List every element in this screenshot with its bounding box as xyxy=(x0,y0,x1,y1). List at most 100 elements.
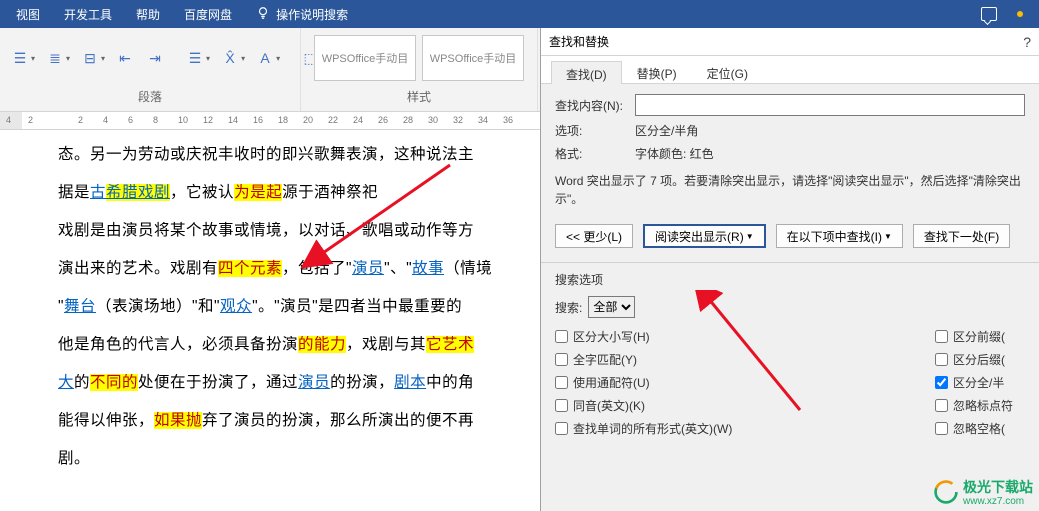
ruler-tick: 14 xyxy=(228,115,238,125)
numbering-button[interactable]: ≣▾ xyxy=(41,45,74,71)
ruler-tick: 2 xyxy=(28,115,33,125)
doc-link[interactable]: 希腊戏剧 xyxy=(106,184,170,201)
chk-sounds-like[interactable]: 同音(英文)(K) xyxy=(555,397,935,414)
dialog-help-icon[interactable]: ? xyxy=(1023,34,1031,50)
paragraph-group-label: 段落 xyxy=(0,88,300,108)
doc-text: ，它被认 xyxy=(170,184,234,201)
watermark-name: 极光下载站 xyxy=(963,479,1033,495)
ruler-tick: 32 xyxy=(453,115,463,125)
chk-width[interactable]: 区分全/半 xyxy=(935,374,1013,391)
ruler-tick: 30 xyxy=(428,115,438,125)
chk-match-case[interactable]: 区分大小写(H) xyxy=(555,328,935,345)
menubar: 视图 开发工具 帮助 百度网盘 操作说明搜索 xyxy=(0,0,1039,28)
watermark: 极光下载站 www.xz7.com xyxy=(933,477,1033,507)
indent-left-button[interactable]: ⇤ xyxy=(111,45,139,71)
format-value: 字体颜色: 红色 xyxy=(635,145,714,162)
ruler-tick: 20 xyxy=(303,115,313,125)
line-spacing-button[interactable]: A▾ xyxy=(251,45,284,71)
less-button[interactable]: << 更少(L) xyxy=(555,224,633,248)
doc-link[interactable]: 古 xyxy=(90,184,106,201)
doc-link[interactable]: 演员 xyxy=(352,260,384,277)
result-message: Word 突出显示了 7 项。若要清除突出显示，请选择"阅读突出显示"，然后选择… xyxy=(555,172,1025,208)
reading-highlight-button[interactable]: 阅读突出显示(R)▼ xyxy=(643,224,766,248)
ruler-tick: 4 xyxy=(103,115,108,125)
doc-link[interactable]: 观众 xyxy=(220,298,252,315)
doc-link[interactable]: 剧本 xyxy=(394,374,426,391)
search-direction-select[interactable]: 全部 xyxy=(588,296,635,318)
ruler-tick: 12 xyxy=(203,115,213,125)
doc-text: 能得以伸张， xyxy=(58,412,154,429)
doc-text: 弃了演员的扮演，那么所演出的便不再 xyxy=(202,412,474,429)
notification-dot-icon[interactable] xyxy=(1017,11,1023,17)
options-label: 选项: xyxy=(555,122,635,139)
style-box-1[interactable]: WPSOffice手动目 xyxy=(314,35,416,81)
multilevel-button[interactable]: ⊟▾ xyxy=(76,45,109,71)
chk-space[interactable]: 忽略空格( xyxy=(935,420,1013,437)
dialog-title-bar[interactable]: 查找和替换 ? xyxy=(541,28,1039,56)
menu-devtools[interactable]: 开发工具 xyxy=(64,6,112,23)
menu-help[interactable]: 帮助 xyxy=(136,6,160,23)
doc-text: （情境 xyxy=(444,260,492,277)
ruler-tick: 22 xyxy=(328,115,338,125)
sort-button[interactable]: X̂▾ xyxy=(216,45,249,71)
ruler-tick: 10 xyxy=(178,115,188,125)
indent-right-button[interactable]: ⇥ xyxy=(141,45,169,71)
comment-icon[interactable] xyxy=(981,7,997,21)
ruler-tick: 18 xyxy=(278,115,288,125)
doc-text: 他是角色的代言人，必须具备扮演 xyxy=(58,336,298,353)
doc-text: 态。另一为劳动或庆祝丰收时的即兴歌舞表演，这种说法主 xyxy=(58,146,474,163)
chk-punct[interactable]: 忽略标点符 xyxy=(935,397,1013,414)
doc-link[interactable]: 大 xyxy=(58,374,74,391)
doc-text: 的扮演， xyxy=(330,374,394,391)
doc-highlight: 的能力 xyxy=(298,336,346,353)
doc-highlight: 它艺术 xyxy=(426,336,474,353)
doc-text: 演出来的艺术。戏剧有 xyxy=(58,260,218,277)
doc-link[interactable]: 舞台 xyxy=(64,298,96,315)
ruler-tick: 28 xyxy=(403,115,413,125)
ruler-tick: 24 xyxy=(353,115,363,125)
find-content-input[interactable] xyxy=(635,94,1025,116)
align-button[interactable]: ☰▾ xyxy=(181,45,214,71)
doc-text: 据是 xyxy=(58,184,90,201)
doc-text: "。"演员"是四者当中最重要的 xyxy=(252,298,462,315)
find-next-button[interactable]: 查找下一处(F) xyxy=(913,224,1010,248)
doc-text: （表演场地）"和" xyxy=(96,298,220,315)
ruler-tick: 26 xyxy=(378,115,388,125)
doc-text: 剧。 xyxy=(58,450,90,467)
ruler-tick: 6 xyxy=(128,115,133,125)
menu-view[interactable]: 视图 xyxy=(16,6,40,23)
ruler-tick: 8 xyxy=(153,115,158,125)
bullets-button[interactable]: ☰▾ xyxy=(6,45,39,71)
tell-me-search[interactable]: 操作说明搜索 xyxy=(276,6,348,23)
doc-highlight: 为是起 xyxy=(234,184,282,201)
tab-goto[interactable]: 定位(G) xyxy=(692,60,763,83)
doc-text: 处便在于扮演了，通过 xyxy=(138,374,298,391)
doc-highlight: 如果抛 xyxy=(154,412,202,429)
doc-text: 戏剧是由演员将某个故事或情境，以对话、歌唱或动作等方 xyxy=(58,222,474,239)
menu-baidu[interactable]: 百度网盘 xyxy=(184,6,232,23)
dialog-title: 查找和替换 xyxy=(549,33,609,50)
watermark-url: www.xz7.com xyxy=(963,497,1033,507)
lightbulb-icon xyxy=(256,6,270,23)
find-in-button[interactable]: 在以下项中查找(I)▼ xyxy=(776,224,903,248)
doc-highlight: 四个元素 xyxy=(218,260,282,277)
doc-text: ，戏剧与其 xyxy=(346,336,426,353)
ruler-tick: 16 xyxy=(253,115,263,125)
tab-replace[interactable]: 替换(P) xyxy=(622,60,692,83)
find-content-label: 查找内容(N): xyxy=(555,97,635,114)
options-value: 区分全/半角 xyxy=(635,122,698,139)
style-box-2[interactable]: WPSOffice手动目 xyxy=(422,35,524,81)
chk-prefix[interactable]: 区分前缀( xyxy=(935,328,1013,345)
chk-suffix[interactable]: 区分后缀( xyxy=(935,351,1013,368)
document-body[interactable]: 态。另一为劳动或庆祝丰收时的即兴歌舞表演，这种说法主 据是古希腊戏剧，它被认为是… xyxy=(0,130,540,510)
tab-find[interactable]: 查找(D) xyxy=(551,61,622,84)
doc-link[interactable]: 演员 xyxy=(298,374,330,391)
search-options-label: 搜索选项 xyxy=(555,271,1025,288)
ruler-tick: 36 xyxy=(503,115,513,125)
doc-link[interactable]: 故事 xyxy=(412,260,444,277)
chk-word-forms[interactable]: 查找单词的所有形式(英文)(W) xyxy=(555,420,935,437)
watermark-logo-icon xyxy=(933,479,959,505)
doc-text: 的 xyxy=(74,374,90,391)
chk-whole-word[interactable]: 全字匹配(Y) xyxy=(555,351,935,368)
chk-wildcard[interactable]: 使用通配符(U) xyxy=(555,374,935,391)
